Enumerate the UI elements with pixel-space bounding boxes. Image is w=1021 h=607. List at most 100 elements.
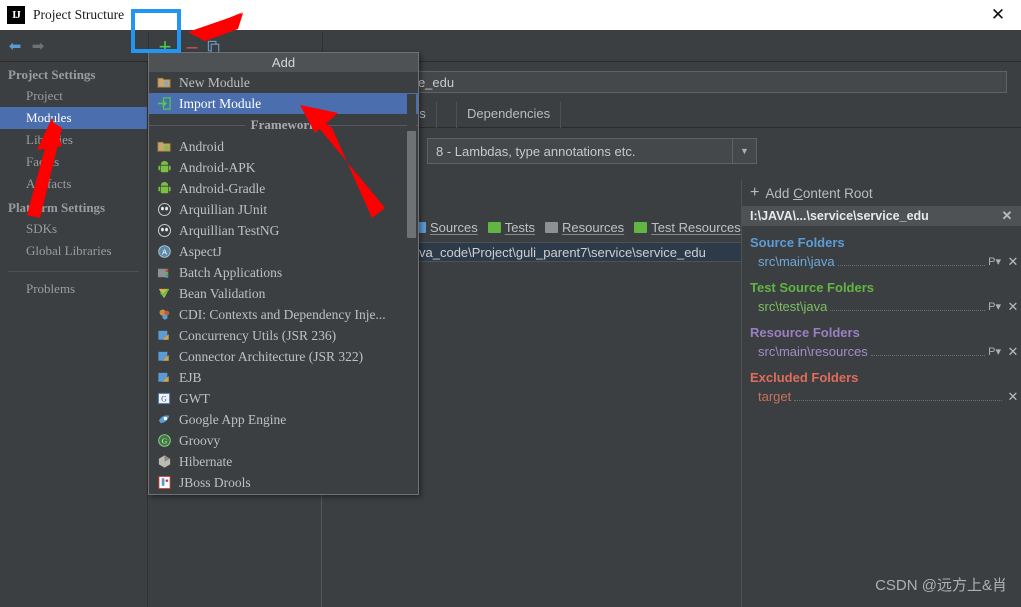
test-source-folders-title: Test Source Folders [750, 280, 875, 295]
remove-excluded-folder-button[interactable]: ✕ [1005, 389, 1021, 405]
menu-item-connector-architecture[interactable]: Connector Architecture (JSR 322) [149, 346, 418, 367]
sidebar-item-global-libraries[interactable]: Global Libraries [0, 240, 147, 262]
drools-icon [157, 475, 172, 490]
sidebar-group-title: Project Settings [8, 67, 96, 82]
sidebar-group-title-2: Platform Settings [8, 200, 106, 215]
menu-item-jboss-drools[interactable]: JBoss Drools [149, 472, 418, 493]
menu-item-label: Groovy [179, 432, 221, 448]
mark-as-test-resources-button[interactable]: Test Resources [634, 220, 741, 235]
menu-scrollbar-thumb[interactable] [407, 131, 416, 238]
content-root-header: I:\JAVA\...\service\service_edu ✕ [742, 206, 1021, 226]
menu-item-android-apk[interactable]: Android-APK [149, 157, 418, 178]
remove-content-root-button[interactable]: ✕ [999, 208, 1015, 224]
groovy-icon: G [157, 433, 172, 448]
window-title: Project Structure [33, 7, 125, 22]
android-robot-icon [157, 181, 172, 196]
divider-right [322, 124, 419, 126]
module-name-input[interactable]: service_edu [377, 71, 1007, 93]
jsr-icon [157, 370, 172, 385]
sidebar-item-problems[interactable]: Problems [0, 278, 147, 300]
navigate-back-icon[interactable]: ⬅ [5, 36, 25, 56]
resource-folders-group: Resource Folders src\main\resources P▾ ✕ [742, 325, 1021, 361]
menu-item-android[interactable]: Android [149, 136, 418, 157]
sidebar-item-libraries[interactable]: Libraries [0, 129, 147, 151]
sidebar-item-modules[interactable]: Modules [0, 107, 147, 129]
add-content-root-button[interactable]: + Add Content Root [742, 180, 1021, 206]
plus-icon: + [750, 184, 760, 201]
arquillian-icon [157, 202, 172, 217]
svg-text:G: G [162, 437, 168, 446]
module-name-row: Name: service_edu [335, 71, 1007, 93]
mark-as-sources-button[interactable]: Sources [413, 220, 478, 235]
excluded-folder-row[interactable]: target ✕ [742, 387, 1021, 406]
dotted-filler [794, 390, 1002, 401]
chevron-down-icon[interactable]: ▼ [732, 139, 756, 163]
mark-as-sources-label: Sources [430, 219, 478, 235]
mark-as-resources-button[interactable]: Resources [545, 220, 624, 235]
package-prefix-button[interactable]: P▾ [988, 345, 1001, 358]
sidebar-item-project[interactable]: Project [0, 85, 147, 107]
menu-item-new-module[interactable]: New Module [149, 72, 418, 93]
menu-item-gwt[interactable]: G GWT [149, 388, 418, 409]
menu-item-hibernate[interactable]: Hibernate [149, 451, 418, 472]
settings-sidebar: Project Settings Project Modules Librari… [0, 62, 148, 607]
remove-test-source-folder-button[interactable]: ✕ [1005, 299, 1021, 315]
menu-item-concurrency-utils[interactable]: Concurrency Utils (JSR 236) [149, 325, 418, 346]
content-root-header-label: I:\JAVA\...\service\service_edu [750, 209, 929, 223]
menu-item-cdi[interactable]: CDI: Contexts and Dependency Inje... [149, 304, 418, 325]
add-content-root-label: Add Content Root [765, 185, 873, 201]
package-prefix-button[interactable]: P▾ [988, 255, 1001, 268]
mark-as-tests-button[interactable]: Tests [487, 219, 536, 235]
remove-source-folder-button[interactable]: ✕ [1005, 254, 1021, 270]
navigate-forward-icon[interactable]: ➡ [28, 36, 48, 56]
tests-folder-icon [487, 221, 501, 233]
menu-item-ejb[interactable]: EJB [149, 367, 418, 388]
hibernate-icon [157, 454, 172, 469]
menu-item-label: AspectJ [179, 243, 222, 259]
arquillian-icon [157, 223, 172, 238]
language-level-combo[interactable]: 8 - Lambdas, type annotations etc. ▼ [427, 138, 757, 164]
resource-folder-path: src\main\resources [758, 344, 868, 359]
menu-item-batch-applications[interactable]: Batch Applications [149, 262, 418, 283]
gwt-icon: G [157, 391, 172, 406]
source-folder-row[interactable]: src\main\java P▾ ✕ [742, 252, 1021, 271]
sidebar-item-artifacts[interactable]: Artifacts [0, 173, 147, 195]
menu-item-arquillian-junit[interactable]: Arquillian JUnit [149, 199, 418, 220]
menu-item-label: Connector Architecture (JSR 322) [179, 348, 364, 364]
menu-item-label: Concurrency Utils (JSR 236) [179, 327, 337, 343]
menu-item-bean-validation[interactable]: Bean Validation [149, 283, 418, 304]
menu-item-label: Bean Validation [179, 285, 266, 301]
android-folder-icon [157, 139, 172, 154]
bean-validation-icon [157, 286, 172, 301]
close-window-button[interactable]: ✕ [975, 0, 1021, 30]
mark-as-resources-label: Resources [562, 219, 625, 235]
menu-item-google-app-engine[interactable]: Google App Engine [149, 409, 418, 430]
divider-left [149, 124, 245, 126]
resources-folder-icon [545, 221, 559, 233]
package-prefix-button[interactable]: P▾ [988, 300, 1001, 313]
excluded-folders-group: Excluded Folders target ✕ [742, 370, 1021, 406]
highlight-box-annotation [131, 9, 181, 53]
menu-item-aspectj[interactable]: A AspectJ [149, 241, 418, 262]
menu-item-label: Hibernate [179, 453, 233, 469]
menu-item-android-gradle[interactable]: Android-Gradle [149, 178, 418, 199]
resource-folder-row[interactable]: src\main\resources P▾ ✕ [742, 342, 1021, 361]
menu-item-arquillian-testng[interactable]: Arquillian TestNG [149, 220, 418, 241]
mark-as-tests-label: Tests [504, 219, 536, 235]
remove-resource-folder-button[interactable]: ✕ [1005, 344, 1021, 360]
sidebar-item-facets[interactable]: Facets [0, 151, 147, 173]
test-source-folder-row[interactable]: src\test\java P▾ ✕ [742, 297, 1021, 316]
content-root-editor-panel: + Add Content Root I:\JAVA\...\service\s… [741, 180, 1021, 607]
tab-dependencies[interactable]: Dependencies [456, 102, 562, 128]
menu-item-groovy[interactable]: G Groovy [149, 430, 418, 451]
sidebar-item-sdks[interactable]: SDKs [0, 218, 147, 240]
dotted-filler [837, 255, 986, 266]
language-level-value: 8 - Lambdas, type annotations etc. [436, 143, 636, 159]
menu-item-label: Android [179, 138, 224, 154]
menu-item-import-module[interactable]: Import Module [149, 93, 418, 114]
mark-as-test-resources-label: Test Resources [651, 219, 741, 235]
menu-item-label: JBoss Drools [179, 474, 251, 490]
menu-item-label: Import Module [179, 95, 262, 111]
batch-icon [157, 265, 172, 280]
framework-header-label: Framework [250, 117, 317, 132]
